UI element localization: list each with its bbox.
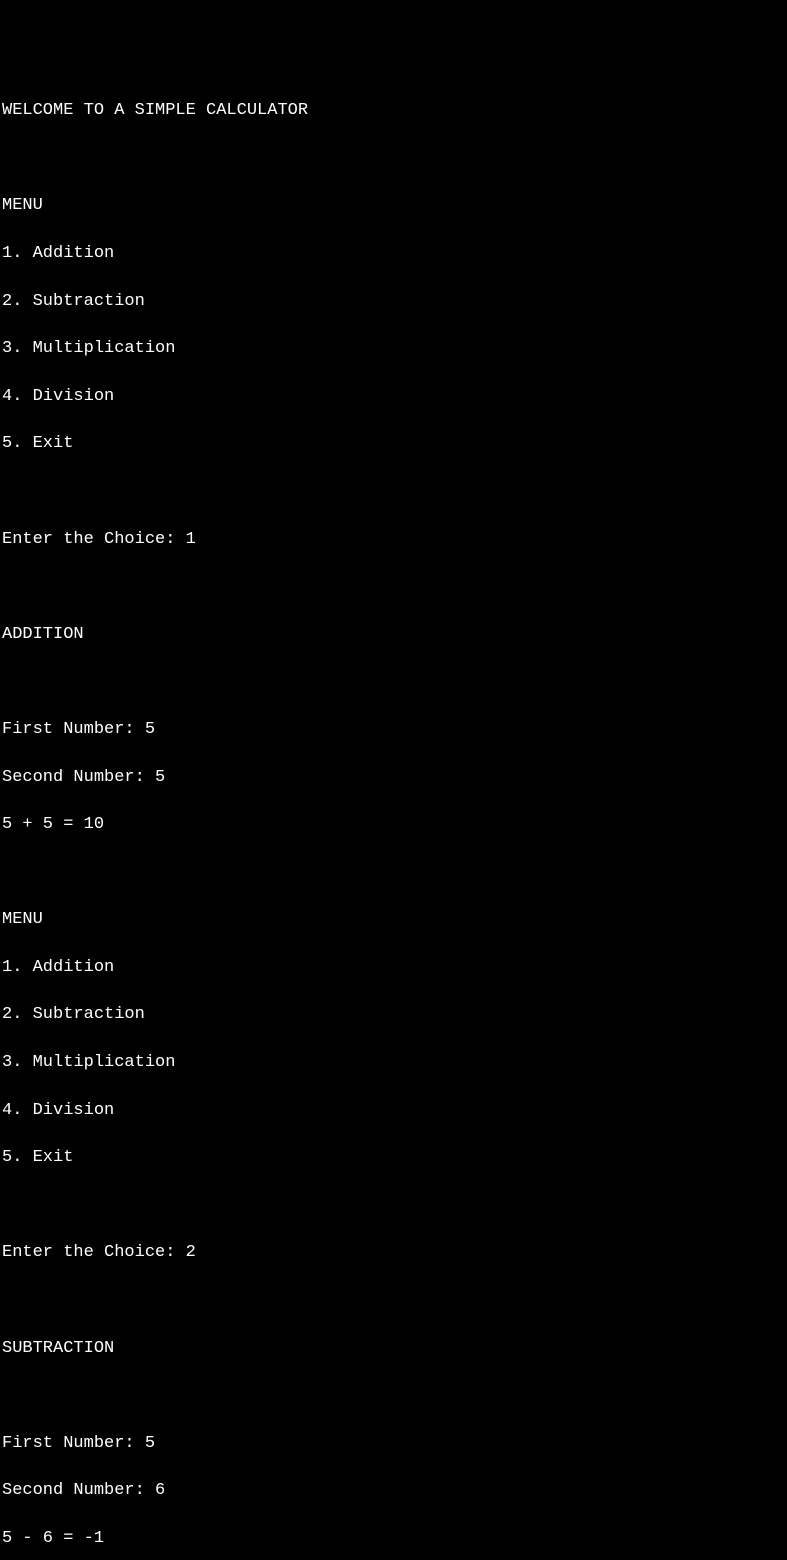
choice-prompt-line: Enter the Choice: 2 <box>2 1241 785 1265</box>
result-line: 5 - 6 = -1 <box>2 1527 785 1551</box>
result-line: 5 + 5 = 10 <box>2 813 785 837</box>
first-number-value[interactable]: 5 <box>145 1434 155 1453</box>
second-number-value[interactable]: 5 <box>155 768 165 787</box>
choice-prompt-label: Enter the Choice: <box>2 1243 186 1262</box>
menu-item: 1. Addition <box>2 956 785 980</box>
menu-item: 3. Multiplication <box>2 337 785 361</box>
choice-prompt-label: Enter the Choice: <box>2 530 186 549</box>
second-number-line: Second Number: 5 <box>2 766 785 790</box>
menu-item: 4. Division <box>2 1099 785 1123</box>
first-number-line: First Number: 5 <box>2 1432 785 1456</box>
blank-line <box>2 147 785 171</box>
menu-header: MENU <box>2 194 785 218</box>
choice-prompt-line: Enter the Choice: 1 <box>2 528 785 552</box>
welcome-title: WELCOME TO A SIMPLE CALCULATOR <box>2 99 785 123</box>
choice-input-value[interactable]: 1 <box>186 530 196 549</box>
blank-line <box>2 1194 785 1218</box>
menu-item: 4. Division <box>2 385 785 409</box>
menu-item: 2. Subtraction <box>2 1003 785 1027</box>
blank-line <box>2 1289 785 1313</box>
menu-item: 1. Addition <box>2 242 785 266</box>
blank-line <box>2 575 785 599</box>
menu-item: 5. Exit <box>2 432 785 456</box>
first-number-value[interactable]: 5 <box>145 720 155 739</box>
first-number-line: First Number: 5 <box>2 718 785 742</box>
second-number-label: Second Number: <box>2 768 155 787</box>
blank-line <box>2 480 785 504</box>
menu-item: 2. Subtraction <box>2 290 785 314</box>
choice-input-value[interactable]: 2 <box>186 1243 196 1262</box>
blank-line <box>2 670 785 694</box>
operation-header: ADDITION <box>2 623 785 647</box>
first-number-label: First Number: <box>2 1434 145 1453</box>
menu-item: 5. Exit <box>2 1146 785 1170</box>
second-number-label: Second Number: <box>2 1481 155 1500</box>
second-number-line: Second Number: 6 <box>2 1479 785 1503</box>
menu-item: 3. Multiplication <box>2 1051 785 1075</box>
blank-line <box>2 1384 785 1408</box>
second-number-value[interactable]: 6 <box>155 1481 165 1500</box>
first-number-label: First Number: <box>2 720 145 739</box>
blank-line <box>2 861 785 885</box>
operation-header: SUBTRACTION <box>2 1337 785 1361</box>
menu-header: MENU <box>2 908 785 932</box>
